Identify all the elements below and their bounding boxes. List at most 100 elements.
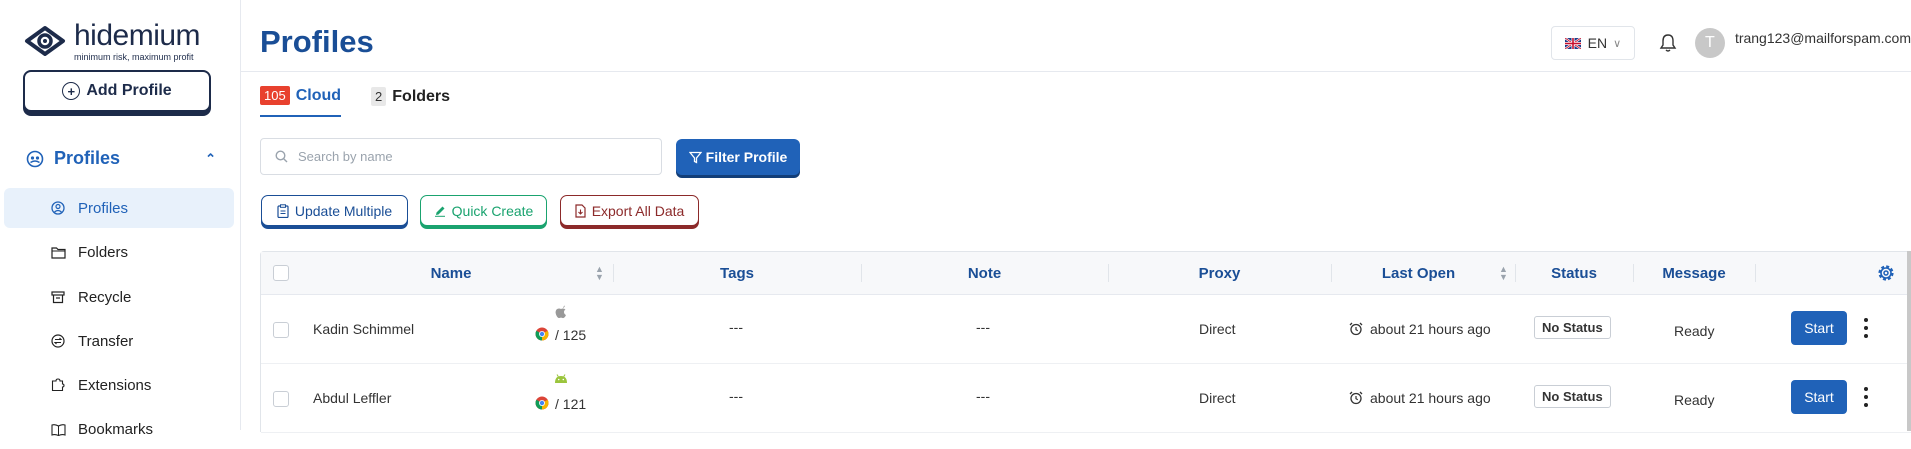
- column-header-proxy: Proxy: [1198, 264, 1241, 282]
- row-checkbox[interactable]: [273, 322, 289, 338]
- sidebar-item-label: Bookmarks: [78, 420, 154, 438]
- search-icon: [275, 150, 288, 163]
- sidebar-item-bookmarks[interactable]: Bookmarks: [4, 409, 234, 449]
- transfer-icon: [50, 333, 66, 349]
- puzzle-icon: [50, 377, 66, 393]
- book-icon: [50, 421, 66, 437]
- search-input[interactable]: [296, 148, 640, 165]
- sidebar-item-label: Extensions: [78, 376, 152, 394]
- header-divider: [240, 71, 1911, 72]
- sidebar-item-profiles[interactable]: Profiles: [4, 188, 234, 228]
- tab-count-badge: 2: [371, 87, 387, 106]
- sort-arrows-icon[interactable]: ▲ ▼: [1499, 265, 1508, 282]
- sidebar: hidemium minimum risk, maximum profit + …: [0, 0, 241, 438]
- add-profile-button[interactable]: + Add Profile: [23, 70, 211, 112]
- gear-icon[interactable]: [1876, 263, 1896, 283]
- proxy-value: Direct: [1199, 321, 1236, 337]
- table-row[interactable]: Kadin Schimmel / 125 --- --- Direct abou…: [261, 295, 1911, 364]
- last-open-value: about 21 hours ago: [1370, 321, 1491, 337]
- table-header: Name ▲ ▼ Tags Note Proxy Last Open ▲ ▼ Sta…: [261, 252, 1911, 295]
- sidebar-item-label: Transfer: [78, 332, 134, 350]
- apple-icon: [555, 305, 566, 319]
- profile-name[interactable]: Kadin Schimmel: [313, 321, 414, 337]
- alarm-clock-icon: [1349, 322, 1363, 336]
- profile-name[interactable]: Abdul Leffler: [313, 390, 391, 406]
- profiles-table: Name ▲ ▼ Tags Note Proxy Last Open ▲ ▼ Sta…: [260, 251, 1911, 433]
- tab-label: Folders: [392, 87, 451, 105]
- more-options-icon[interactable]: [1859, 318, 1873, 338]
- note-value: ---: [976, 319, 990, 335]
- tab-count-badge: 105: [260, 86, 290, 105]
- export-all-data-label: Export All Data: [591, 202, 685, 219]
- column-header-last-open[interactable]: Last Open: [1331, 252, 1506, 294]
- scrollbar[interactable]: [1907, 251, 1911, 431]
- tab-folders[interactable]: 2 Folders: [371, 87, 450, 116]
- browser-version: / 121: [555, 396, 587, 412]
- update-multiple-button[interactable]: Update Multiple: [261, 195, 408, 226]
- header-controls: EN ∨ T trang123@mailforspam.com: [1550, 26, 1911, 60]
- main-content: Profiles EN ∨ T trang123@mailforspam.com…: [240, 0, 1911, 433]
- pencil-icon: [434, 206, 445, 217]
- browser-version: / 125: [555, 327, 587, 343]
- profile-tabs: 105 Cloud 2 Folders: [260, 86, 480, 117]
- brand-name: hidemium: [74, 18, 201, 52]
- chrome-icon: [535, 327, 549, 341]
- update-multiple-label: Update Multiple: [294, 202, 393, 219]
- sidebar-item-label: Folders: [78, 243, 129, 261]
- tags-value: ---: [729, 319, 743, 335]
- sidebar-item-folders[interactable]: Folders: [4, 232, 234, 272]
- column-header-message: Message: [1662, 264, 1726, 282]
- sidebar-item-label: Recycle: [78, 288, 132, 306]
- folder-icon: [50, 244, 66, 260]
- alarm-clock-icon: [1349, 391, 1363, 405]
- sidebar-item-transfer[interactable]: Transfer: [4, 321, 234, 361]
- message-value: Ready: [1674, 323, 1715, 339]
- sidebar-item-label: Profiles: [78, 199, 129, 217]
- tab-label: Cloud: [295, 86, 342, 104]
- quick-create-button[interactable]: Quick Create: [420, 195, 547, 226]
- sidebar-section-profiles[interactable]: Profiles ⌃: [26, 148, 216, 169]
- start-button[interactable]: Start: [1791, 311, 1847, 345]
- status-badge: No Status: [1534, 316, 1611, 339]
- recycle-bin-icon: [50, 289, 66, 305]
- export-all-data-button[interactable]: Export All Data: [560, 195, 699, 226]
- column-header-status: Status: [1551, 264, 1597, 282]
- start-button[interactable]: Start: [1791, 380, 1847, 414]
- tab-cloud[interactable]: 105 Cloud: [260, 86, 342, 117]
- column-divider: [1755, 264, 1756, 282]
- more-options-icon[interactable]: [1859, 387, 1873, 407]
- chevron-down-icon: ∨: [1613, 37, 1622, 50]
- message-value: Ready: [1674, 392, 1715, 408]
- row-checkbox[interactable]: [273, 391, 289, 407]
- brand-logo[interactable]: hidemium minimum risk, maximum profit: [24, 18, 201, 62]
- user-email[interactable]: trang123@mailforspam.com: [1735, 30, 1911, 46]
- table-row[interactable]: Abdul Leffler / 121 --- --- Direct about…: [261, 364, 1911, 433]
- chevron-up-icon[interactable]: ⌃: [205, 151, 216, 167]
- language-label: EN: [1587, 35, 1608, 51]
- last-open-value: about 21 hours ago: [1370, 390, 1491, 406]
- status-badge: No Status: [1534, 385, 1611, 408]
- clipboard-icon: [277, 203, 289, 218]
- filter-profile-label: Filter Profile: [705, 149, 788, 165]
- sidebar-item-extensions[interactable]: Extensions: [4, 365, 234, 405]
- sort-arrows-icon[interactable]: ▲ ▼: [595, 265, 604, 282]
- plus-circle-icon: +: [62, 82, 81, 100]
- column-header-note: Note: [967, 264, 1002, 282]
- select-all-checkbox[interactable]: [273, 265, 289, 281]
- avatar[interactable]: T: [1694, 28, 1725, 58]
- user-circle-icon: [50, 200, 66, 216]
- sidebar-item-recycle[interactable]: Recycle: [4, 277, 234, 317]
- filter-profile-button[interactable]: Filter Profile: [676, 139, 800, 175]
- sidebar-section-label: Profiles: [54, 148, 121, 168]
- chrome-icon: [535, 396, 549, 410]
- bell-icon[interactable]: [1659, 33, 1677, 53]
- android-icon: [555, 374, 567, 383]
- language-select[interactable]: EN ∨: [1550, 26, 1635, 60]
- eye-logo-icon: [25, 26, 65, 56]
- filter-icon: [688, 151, 702, 164]
- file-export-icon: [575, 203, 586, 218]
- users-icon: [26, 150, 44, 167]
- note-value: ---: [976, 388, 990, 404]
- column-header-tags: Tags: [720, 264, 754, 282]
- column-header-name[interactable]: Name: [301, 252, 601, 294]
